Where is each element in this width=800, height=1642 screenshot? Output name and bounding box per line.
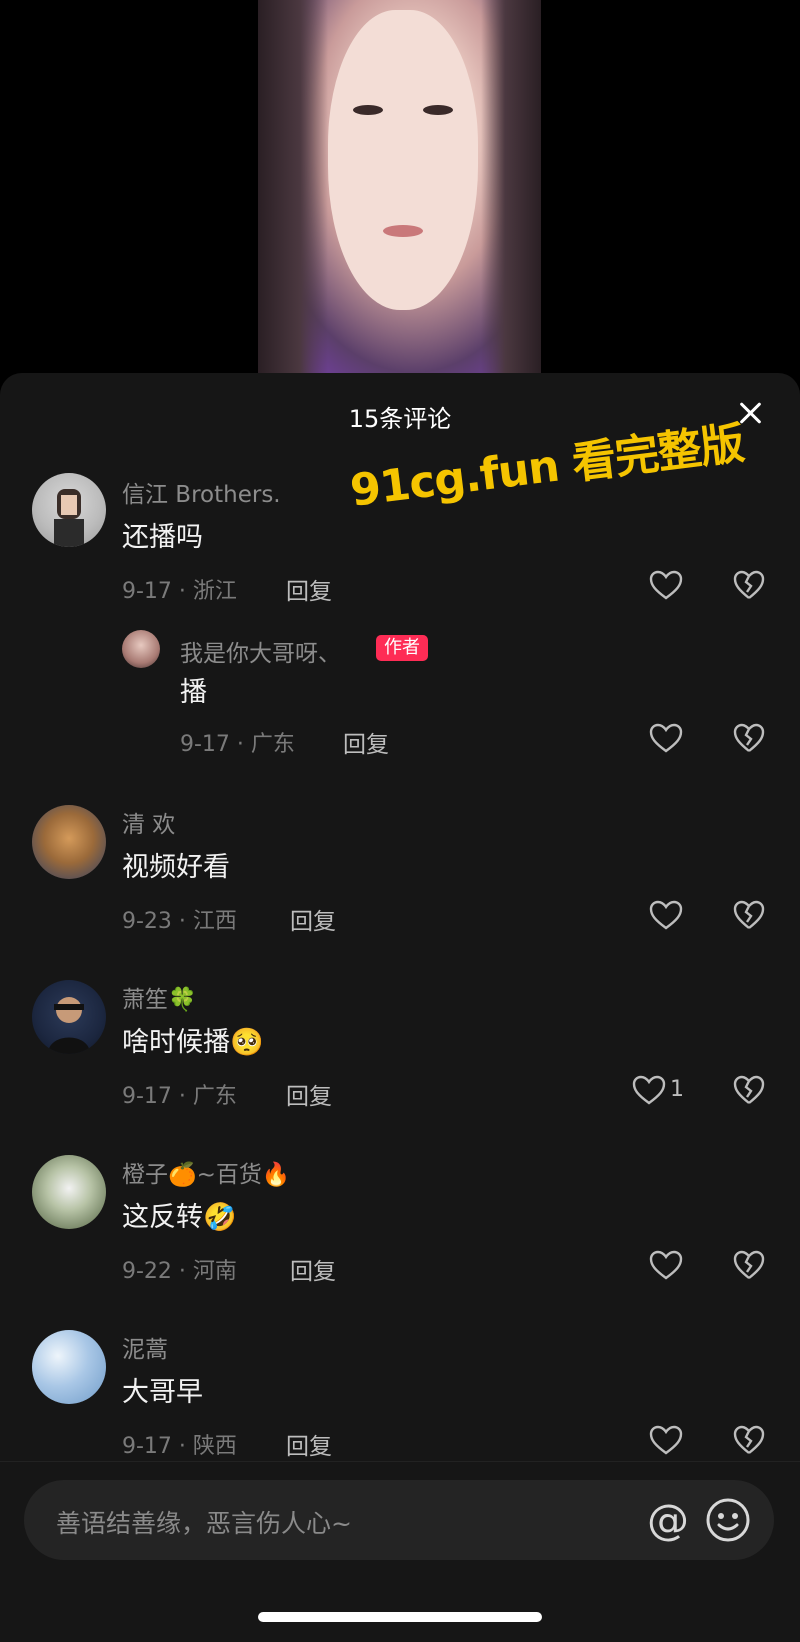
heart-icon[interactable]	[649, 1250, 683, 1280]
broken-heart-icon[interactable]	[733, 1075, 765, 1105]
comment-meta: 9-22 · 河南	[122, 1259, 237, 1284]
comment-meta: 9-17 · 广东	[180, 732, 295, 757]
comment-input-placeholder: 善语结善缘，恶言伤人心~	[56, 1509, 352, 1538]
broken-heart-icon[interactable]	[733, 1250, 765, 1280]
avatar[interactable]	[32, 1330, 106, 1404]
video-hair-left	[258, 0, 328, 375]
reply-button[interactable]: 回复	[286, 572, 332, 606]
comment-meta: 9-17 · 浙江	[122, 579, 237, 604]
broken-heart-icon[interactable]	[733, 723, 765, 753]
like-count: 1	[670, 1077, 684, 1102]
author-badge: 作者	[376, 635, 428, 661]
comment-input-bar: 善语结善缘，恶言伤人心~ @	[0, 1461, 800, 1642]
heart-icon[interactable]	[649, 723, 683, 753]
comment-text: 播	[180, 677, 207, 708]
comment-author[interactable]: 橙子🍊~百货🔥	[122, 1155, 291, 1189]
video-mouth	[383, 225, 423, 237]
reply-button[interactable]: 回复	[290, 1252, 336, 1286]
comment-author[interactable]: 我是你大哥呀、	[180, 634, 341, 668]
comment-author[interactable]: 萧笙🍀	[122, 980, 197, 1014]
reply-button[interactable]: 回复	[286, 1077, 332, 1111]
comment-author[interactable]: 泥蒿	[122, 1330, 168, 1364]
comment-text: 大哥早	[122, 1377, 203, 1408]
video-face	[328, 10, 478, 310]
home-indicator[interactable]	[258, 1612, 542, 1622]
comment-meta: 9-17 · 陕西	[122, 1434, 237, 1459]
avatar[interactable]	[32, 805, 106, 879]
reply-button[interactable]: 回复	[343, 725, 389, 759]
comment-meta: 9-23 · 江西	[122, 909, 237, 934]
broken-heart-icon[interactable]	[733, 900, 765, 930]
avatar-image	[54, 489, 84, 547]
video-preview[interactable]	[258, 0, 541, 375]
heart-icon[interactable]	[649, 900, 683, 930]
comment-meta: 9-17 · 广东	[122, 1084, 237, 1109]
avatar-image	[48, 997, 90, 1054]
broken-heart-icon[interactable]	[733, 1425, 765, 1455]
comment-author[interactable]: 信江 Brothers.	[122, 475, 281, 509]
comment-text: 视频好看	[122, 852, 230, 883]
avatar[interactable]	[32, 980, 106, 1054]
avatar[interactable]	[32, 1155, 106, 1229]
comment-author[interactable]: 清 欢	[122, 805, 175, 839]
reply-button[interactable]: 回复	[290, 902, 336, 936]
video-hair-right	[481, 0, 541, 375]
video-eye-right	[423, 105, 453, 115]
heart-icon[interactable]	[649, 570, 683, 600]
avatar[interactable]	[32, 473, 106, 547]
mention-at-icon[interactable]: @	[644, 1496, 692, 1544]
avatar[interactable]	[122, 630, 160, 668]
comments-sheet: 15条评论 信江 Brothers. 还播吗 9-17 · 浙江 回复 我是你大…	[0, 373, 800, 1641]
broken-heart-icon[interactable]	[733, 570, 765, 600]
emoji-icon[interactable]	[704, 1496, 752, 1544]
reply-button[interactable]: 回复	[286, 1427, 332, 1461]
comment-text: 还播吗	[122, 522, 203, 553]
heart-icon[interactable]	[632, 1075, 666, 1105]
heart-icon[interactable]	[649, 1425, 683, 1455]
video-eye-left	[353, 105, 383, 115]
comment-text: 这反转🤣	[122, 1202, 237, 1233]
comment-text: 啥时候播🥺	[122, 1027, 264, 1058]
comment-input[interactable]: 善语结善缘，恶言伤人心~ @	[24, 1480, 774, 1560]
